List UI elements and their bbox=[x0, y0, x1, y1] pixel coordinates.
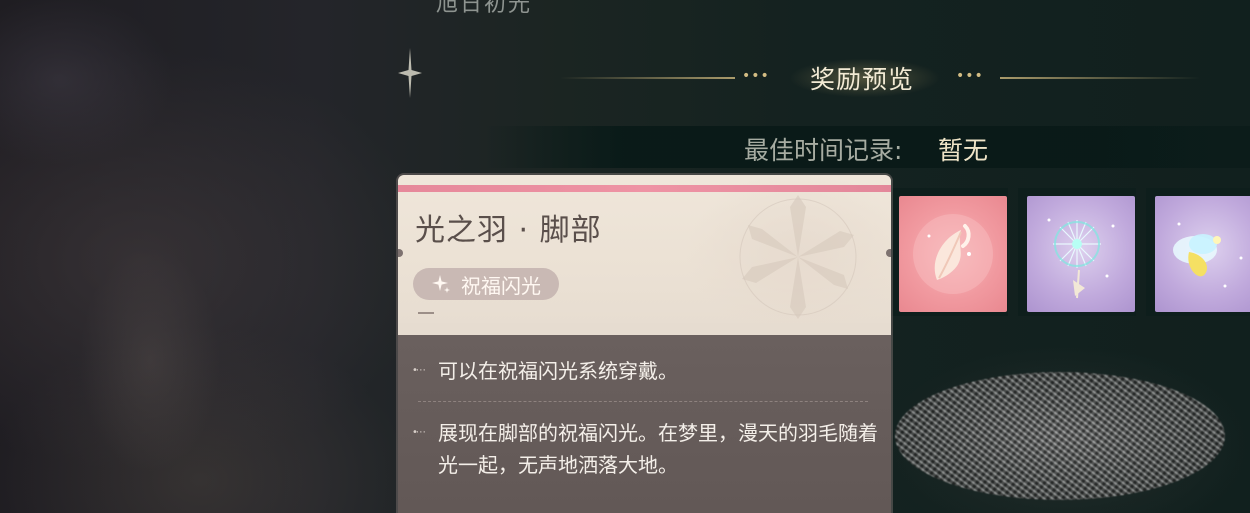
reward-items-row bbox=[890, 188, 1250, 318]
description-text: 展现在脚部的祝福闪光。在梦里，漫天的羽毛随着光一起，无声地洒落大地。 bbox=[438, 421, 878, 477]
reward-preview-header: ••• 奖励预览 ••• bbox=[560, 51, 1200, 105]
reward-item-slot[interactable] bbox=[890, 188, 1008, 316]
best-time-label: 最佳时间记录: bbox=[744, 136, 903, 165]
blurred-region bbox=[895, 372, 1225, 500]
item-category-tag: 祝福闪光 bbox=[413, 268, 559, 300]
dandelion-icon bbox=[1047, 218, 1115, 299]
card-description: •⋯ 可以在祝福闪光系统穿戴。 •⋯ 展现在脚部的祝福闪光。在梦里，漫天的羽毛随… bbox=[398, 335, 891, 513]
level-title-partial: 旭日初光 bbox=[436, 0, 533, 17]
reward-item-slot[interactable] bbox=[1146, 188, 1250, 316]
reward-item-slot[interactable] bbox=[1018, 188, 1136, 316]
card-small-rule bbox=[418, 312, 434, 314]
reward-item-tile[interactable] bbox=[1155, 196, 1250, 312]
sparkle-icon bbox=[431, 274, 451, 294]
bullet-icon: •⋯ bbox=[412, 365, 426, 376]
description-divider bbox=[418, 401, 868, 402]
description-text: 可以在祝福闪光系统穿戴。 bbox=[438, 359, 678, 383]
item-category-label: 祝福闪光 bbox=[461, 273, 541, 298]
header-line-left bbox=[560, 77, 735, 79]
card-header: 光之羽 · 脚部 祝福闪光 bbox=[398, 175, 891, 335]
item-detail-card: 光之羽 · 脚部 祝福闪光 •⋯ 可以在祝福闪光系统穿戴。 •⋯ 展现在脚部的祝… bbox=[398, 175, 891, 513]
bullet-icon: •⋯ bbox=[412, 427, 426, 438]
header-deco-right: ••• bbox=[956, 68, 984, 84]
reward-preview-title: 奖励预览 bbox=[810, 65, 915, 94]
star-sparkle-icon bbox=[398, 48, 422, 98]
card-notch-right bbox=[886, 249, 891, 257]
item-title: 光之羽 · 脚部 bbox=[415, 213, 602, 248]
best-time-value: 暂无 bbox=[938, 136, 989, 165]
reward-item-tile[interactable] bbox=[899, 196, 1007, 312]
flower-watermark-icon bbox=[739, 195, 857, 319]
background-blur bbox=[0, 0, 400, 513]
game-screen: 旭日初光 ••• 奖励预览 ••• 最佳时间记录: 暂无 光之羽 · 脚部 祝福… bbox=[0, 0, 1250, 513]
firefly-icon bbox=[1173, 222, 1243, 288]
card-notch-left bbox=[398, 249, 403, 257]
header-line-right bbox=[1000, 77, 1200, 79]
reward-item-tile[interactable] bbox=[1027, 196, 1135, 312]
feather-icon bbox=[913, 214, 993, 294]
